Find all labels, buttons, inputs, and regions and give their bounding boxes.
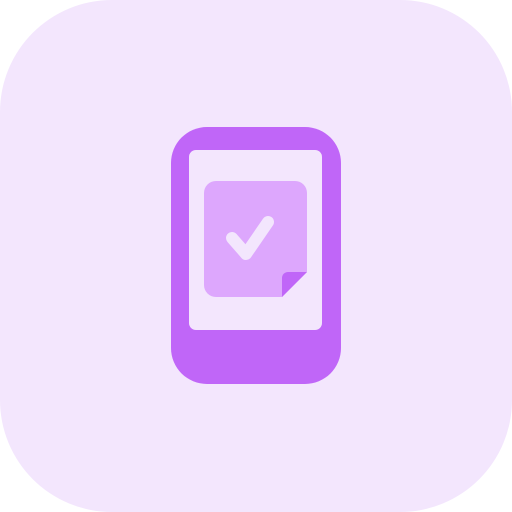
mobile-checklist-icon [0,0,512,512]
icon-tile [0,0,512,512]
